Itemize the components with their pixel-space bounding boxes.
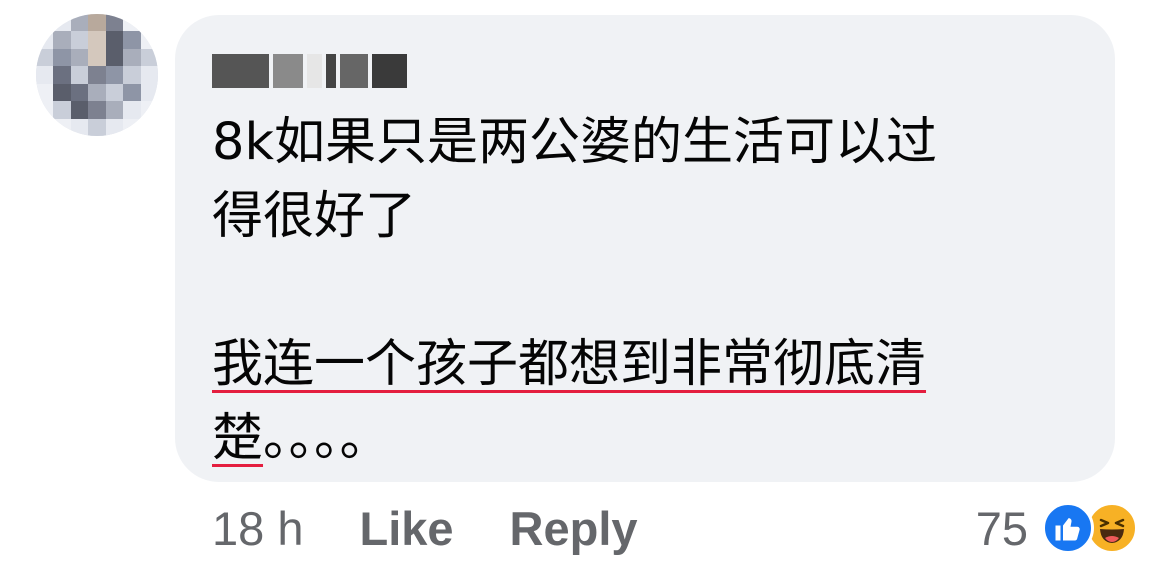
avatar-pixel xyxy=(140,101,158,119)
avatar-pixel xyxy=(105,14,124,32)
avatar-pixel xyxy=(88,118,106,136)
avatar-pixel xyxy=(70,118,89,136)
avatar-pixel xyxy=(123,31,141,49)
avatar-pixel xyxy=(53,48,71,67)
timestamp[interactable]: 18 h xyxy=(212,501,303,556)
avatar-pixel xyxy=(105,31,124,49)
avatar-pixel xyxy=(140,48,158,67)
avatar-pixel xyxy=(70,101,89,119)
avatar-pixel xyxy=(53,83,71,102)
avatar-pixel xyxy=(123,83,141,102)
reply-button[interactable]: Reply xyxy=(510,501,638,556)
avatar-pixel xyxy=(105,101,124,119)
avatar-pixel xyxy=(53,14,71,32)
avatar-pixel xyxy=(105,118,124,136)
avatar-pixel xyxy=(88,48,106,67)
like-button[interactable]: Like xyxy=(359,501,453,556)
avatar-pixel xyxy=(88,101,106,119)
comment-blank-line xyxy=(212,254,1092,328)
avatar-pixel xyxy=(36,118,54,136)
avatar-pixel xyxy=(88,31,106,49)
avatar-pixel xyxy=(53,101,71,119)
avatar-pixel xyxy=(88,83,106,102)
avatar-pixel xyxy=(36,31,54,49)
author-name-redacted[interactable] xyxy=(212,52,407,90)
avatar-pixel xyxy=(36,14,54,32)
avatar-pixel xyxy=(53,118,71,136)
avatar-pixel xyxy=(53,66,71,84)
avatar-pixel xyxy=(36,83,54,102)
avatar-pixel xyxy=(105,83,124,102)
comment-text: 8k如果只是两公婆的生活可以过 得很好了 我连一个孩子都想到非常彻底清 楚。。。… xyxy=(212,106,1092,476)
avatar-pixel xyxy=(123,118,141,136)
avatar-pixel xyxy=(105,66,124,84)
avatar-pixel xyxy=(88,66,106,84)
like-reaction-icon xyxy=(1042,502,1094,554)
comment-line: 得很好了 xyxy=(212,187,417,246)
avatar-pixel xyxy=(123,101,141,119)
avatar-pixel xyxy=(36,101,54,119)
avatar-pixel xyxy=(36,66,54,84)
avatar-pixel xyxy=(123,14,141,32)
avatar-pixel xyxy=(70,83,89,102)
comment-line: 楚。。。。 xyxy=(212,409,391,468)
comment-line: 8k如果只是两公婆的生活可以过 xyxy=(212,113,937,172)
avatar-pixel xyxy=(140,14,158,32)
avatar-pixel xyxy=(70,31,89,49)
reaction-count: 75 xyxy=(975,501,1028,555)
comment-actions: 18 h Like Reply xyxy=(212,498,638,558)
avatar-pixel xyxy=(70,48,89,67)
avatar-pixel xyxy=(88,14,106,32)
avatar-pixel xyxy=(70,14,89,32)
avatar[interactable] xyxy=(36,14,158,136)
avatar-pixel xyxy=(105,48,124,67)
avatar-pixel xyxy=(36,48,54,67)
avatar-pixel xyxy=(140,31,158,49)
avatar-pixel xyxy=(140,118,158,136)
avatar-pixel xyxy=(123,48,141,67)
avatar-pixel xyxy=(123,66,141,84)
avatar-pixel xyxy=(140,66,158,84)
comment-line: 我连一个孩子都想到非常彻底清 xyxy=(212,335,927,394)
reactions-summary[interactable]: 75 xyxy=(976,498,1138,558)
avatar-pixel xyxy=(53,31,71,49)
avatar-pixel xyxy=(70,66,89,84)
avatar-pixel xyxy=(140,83,158,102)
